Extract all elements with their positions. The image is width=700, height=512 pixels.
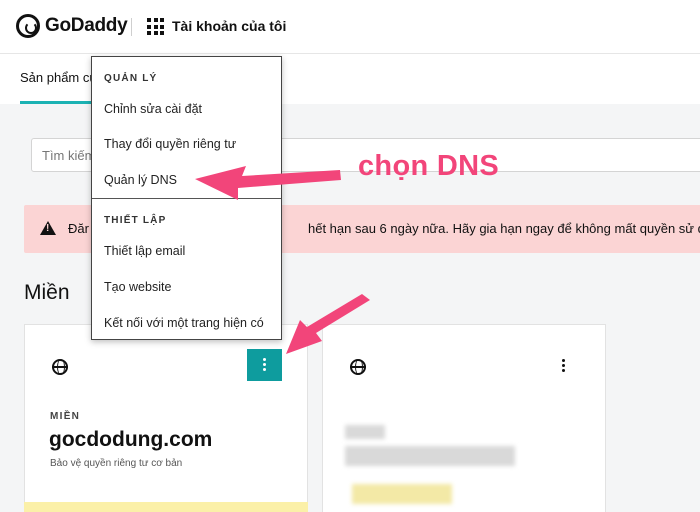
menu-item-edit-settings[interactable]: Chỉnh sửa cài đặt xyxy=(104,102,202,116)
my-account-link[interactable]: Tài khoản của tôi xyxy=(172,18,286,34)
dropdown-heading-manage: QUẢN LÝ xyxy=(104,73,158,84)
domain-options-button[interactable] xyxy=(247,349,282,381)
dropdown-divider xyxy=(92,198,281,199)
warning-icon xyxy=(40,221,56,235)
top-header: GoDaddy Tài khoản của tôi xyxy=(0,0,700,54)
logo-text: GoDaddy xyxy=(45,15,128,36)
menu-item-manage-dns[interactable]: Quản lý DNS xyxy=(104,173,177,187)
blurred-domain-name xyxy=(345,446,515,466)
domain-options-dropdown: QUẢN LÝ Chỉnh sửa cài đặt Thay đổi quyền… xyxy=(91,56,282,340)
domain-name[interactable]: gocdodung.com xyxy=(49,428,212,452)
blurred-text xyxy=(345,425,385,439)
domains-section-title: Miền xyxy=(24,281,70,304)
alert-message: hết hạn sau 6 ngày nữa. Hãy gia hạn ngay… xyxy=(308,221,700,236)
domain-label: MIỀN xyxy=(50,411,81,422)
apps-grid-icon[interactable] xyxy=(147,18,164,35)
dropdown-heading-setup: THIẾT LẬP xyxy=(104,215,167,226)
godaddy-logo-icon xyxy=(16,14,40,38)
globe-icon xyxy=(52,359,68,375)
menu-item-create-website[interactable]: Tạo website xyxy=(104,280,171,294)
globe-icon xyxy=(350,359,366,375)
domain-card-status-strip xyxy=(24,502,308,512)
header-divider xyxy=(131,18,132,36)
godaddy-logo[interactable]: GoDaddy xyxy=(16,14,128,38)
menu-item-setup-email[interactable]: Thiết lập email xyxy=(104,244,185,258)
tab-products[interactable]: Sản phẩm củ xyxy=(20,70,97,85)
menu-item-connect-existing-site[interactable]: Kết nối với một trang hiện có xyxy=(104,316,264,330)
alert-prefix: Đăr xyxy=(68,221,89,236)
domain-privacy-subtitle: Bảo vệ quyền riêng tư cơ bản xyxy=(50,458,183,469)
kebab-menu-icon xyxy=(263,358,266,373)
kebab-menu-icon[interactable] xyxy=(562,359,566,374)
menu-item-change-privacy[interactable]: Thay đổi quyền riêng tư xyxy=(104,137,236,151)
annotation-label: chọn DNS xyxy=(358,150,499,182)
blurred-badge xyxy=(352,484,452,504)
search-placeholder: Tìm kiếm xyxy=(42,148,96,163)
